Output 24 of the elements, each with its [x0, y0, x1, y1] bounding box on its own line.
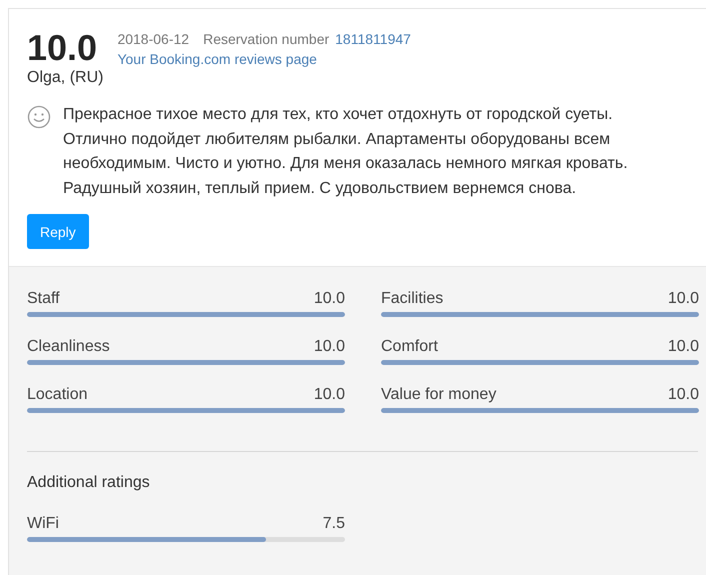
rating-label: WiFi [27, 514, 59, 534]
rating-value: 7.5 [322, 514, 345, 534]
rating-value: 10.0 [668, 289, 699, 309]
rating-label: Value for money [381, 385, 496, 405]
reply-button[interactable]: Reply [27, 214, 89, 249]
rating-label: Staff [27, 289, 60, 309]
rating-value: 10.0 [314, 337, 345, 357]
review-date: 2018-06-12 [117, 30, 190, 49]
rating-label: Cleanliness [27, 337, 110, 357]
reviews-page-link[interactable]: Your Booking.com reviews page [117, 49, 411, 69]
rating-value: 10.0 [668, 385, 699, 405]
reservation-number-link[interactable]: 1811811947 [335, 29, 411, 49]
review-text: Прекрасное тихое место для тех, кто хочет отдохнуть от городской суеты. Отлично подойдет любителям рыбалки. Апартаменты оборудованы всем необходимым. Чисто и уютно. Для меня оказалась немного мягкая кровать. Радушный хозяин, теплый прием. С удовольствием вернемся снова. [63, 105, 629, 198]
rating-value: 10.0 [314, 385, 345, 405]
rating-value: 10.0 [668, 337, 699, 357]
rating-label: Location [27, 385, 88, 405]
section-title: Additional ratings [27, 474, 151, 492]
rating-label: Comfort [381, 337, 438, 357]
review-score: 10.0 [27, 29, 98, 67]
rating-label: Facilities [381, 289, 444, 309]
rating-value: 10.0 [314, 289, 345, 309]
smiley-icon [27, 105, 51, 129]
reviewer-name: Olga, (RU) [27, 69, 104, 87]
reservation-label: Reservation number [203, 30, 330, 49]
